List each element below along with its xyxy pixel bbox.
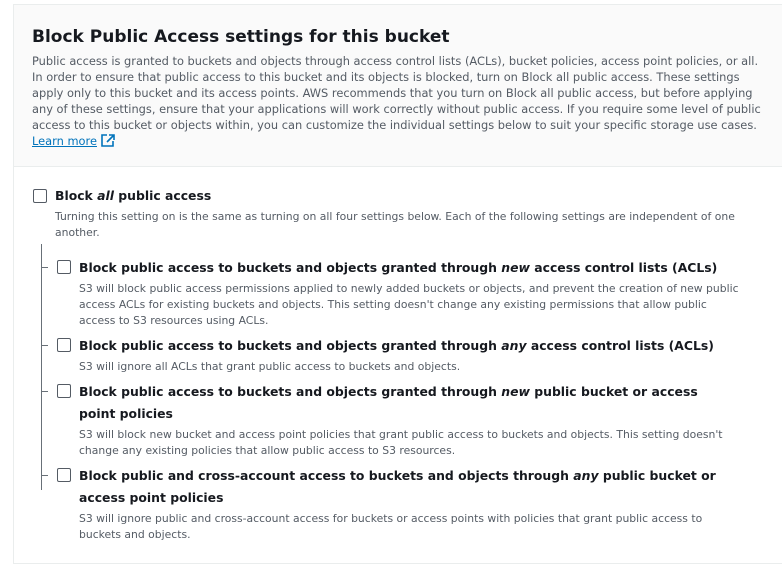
section-description: Public access is granted to buckets and … [32,53,764,151]
option-new-acls-label[interactable]: Block public access to buckets and objec… [79,257,759,279]
tree-branch [41,267,48,268]
external-link-icon [101,134,115,151]
option-any-acls-checkbox[interactable] [57,338,71,352]
option-label-post: access control lists (ACLs) [529,260,718,275]
section-description-text: Public access is granted to buckets and … [32,54,761,132]
learn-more-text: Learn more [32,134,97,148]
tree-branch [41,391,48,392]
option-new-policies-checkbox[interactable] [57,384,71,398]
block-all-label-em: all [97,188,114,203]
tree-branch [41,345,48,346]
option-any-policies-label[interactable]: Block public and cross-account access to… [79,465,739,509]
block-all-checkbox[interactable] [33,189,47,203]
option-any-acls-description: S3 will ignore all ACLs that grant publi… [79,360,461,373]
block-all-description: Turning this setting on is the same as t… [55,210,735,239]
option-new-policies-description: S3 will block new bucket and access poin… [79,428,723,457]
tree-branch [41,475,48,476]
option-label-pre: Block public access to buckets and objec… [79,260,502,275]
learn-more-link[interactable]: Learn more [32,134,115,148]
tree-connector [41,244,42,490]
option-any-policies-checkbox[interactable] [57,468,71,482]
option-new-acls-checkbox[interactable] [57,260,71,274]
option-label-pre: Block public and cross-account access to… [79,468,574,483]
panel-header: Block Public Access settings for this bu… [14,5,782,167]
option-label-pre: Block public access to buckets and objec… [79,338,502,353]
option-any-acls-label[interactable]: Block public access to buckets and objec… [79,335,759,357]
block-all-label[interactable]: Block all public access [55,185,211,207]
option-label-em: any [501,338,527,353]
option-new-acls-description: S3 will block public access permissions … [79,282,739,327]
section-title: Block Public Access settings for this bu… [32,27,450,47]
option-label-em: any [573,468,599,483]
block-all-label-pre: Block [55,188,98,203]
option-label-pre: Block public access to buckets and objec… [79,384,502,399]
block-all-label-post: public access [113,188,212,203]
option-any-policies-description: S3 will ignore public and cross-account … [79,512,703,541]
block-public-access-panel: Block Public Access settings for this bu… [13,4,782,564]
option-label-post: access control lists (ACLs) [526,338,714,353]
option-new-policies-label[interactable]: Block public access to buckets and objec… [79,381,719,425]
option-label-em: new [501,260,530,275]
option-label-em: new [501,384,530,399]
